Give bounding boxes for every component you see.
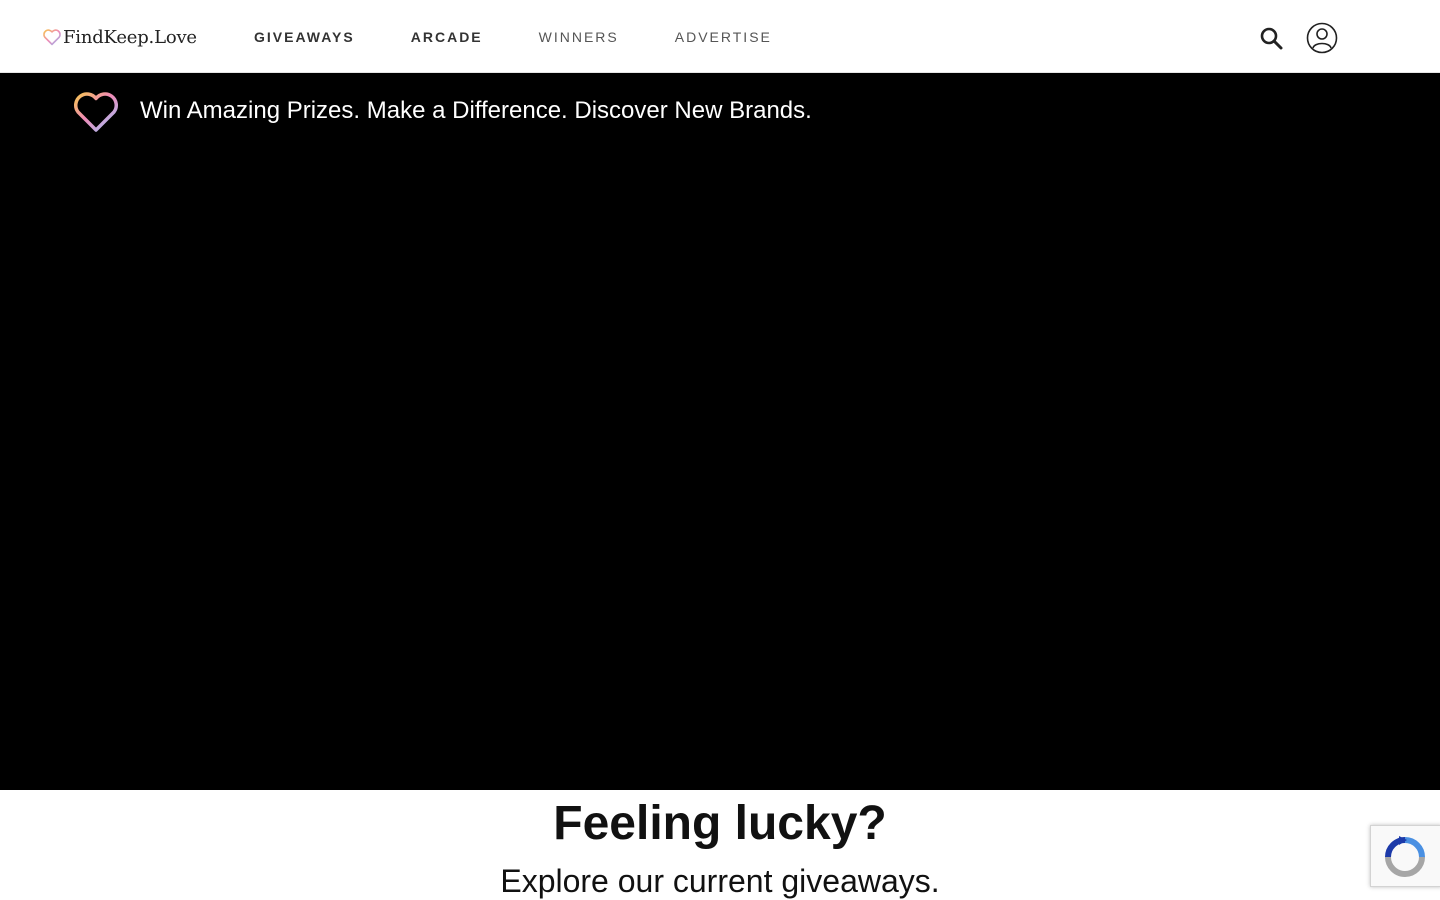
section-subtitle: Explore our current giveaways. xyxy=(500,863,940,899)
nav-advertise[interactable]: ADVERTISE xyxy=(675,28,772,46)
recaptcha-badge[interactable] xyxy=(1370,825,1440,887)
search-icon[interactable] xyxy=(1258,25,1284,51)
logo-text: FindKeep.Love xyxy=(63,26,197,48)
section-title: Feeling lucky? xyxy=(553,797,887,850)
recaptcha-icon xyxy=(1385,836,1425,877)
site-logo[interactable]: FindKeep.Love xyxy=(42,24,197,50)
nav-arcade[interactable]: ARCADE xyxy=(411,28,483,46)
hero-banner: Win Amazing Prizes. Make a Difference. D… xyxy=(0,73,1440,790)
heart-logo-icon xyxy=(43,29,61,46)
site-header: FindKeep.Love GIVEAWAYS ARCADE WINNERS A… xyxy=(0,0,1440,73)
heart-gradient-icon xyxy=(74,92,118,132)
hero-tagline: Win Amazing Prizes. Make a Difference. D… xyxy=(140,97,812,124)
main-nav: GIVEAWAYS ARCADE WINNERS ADVERTISE xyxy=(254,28,828,46)
user-account-icon[interactable] xyxy=(1306,22,1338,54)
nav-winners[interactable]: WINNERS xyxy=(539,28,619,46)
nav-giveaways[interactable]: GIVEAWAYS xyxy=(254,28,355,46)
